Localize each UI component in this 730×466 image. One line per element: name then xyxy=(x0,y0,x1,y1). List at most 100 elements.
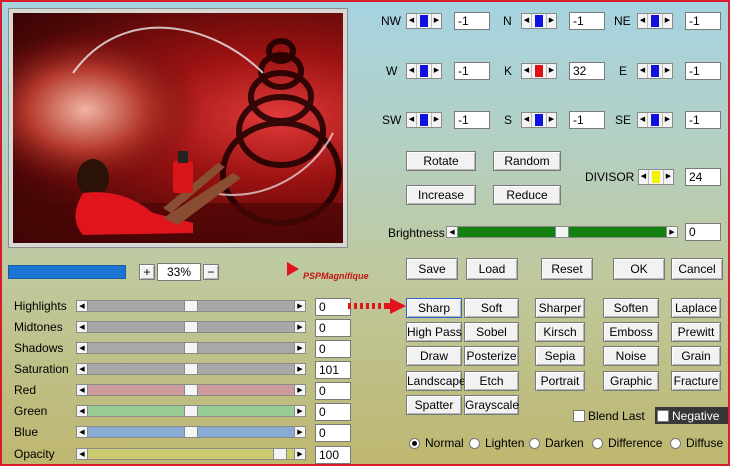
spin-nw[interactable]: ◀ ▶ xyxy=(406,13,442,29)
spin-ne[interactable]: ◀ ▶ xyxy=(637,13,673,29)
slider-thumb[interactable] xyxy=(555,226,569,238)
arrow-right-icon[interactable]: ▶ xyxy=(546,113,556,127)
preset-button-portrait[interactable]: Portrait xyxy=(535,371,585,391)
mode-radio-darken[interactable] xyxy=(529,438,540,449)
adjust-slider-4[interactable]: ◀ ▶ xyxy=(76,384,306,396)
divisor-input[interactable]: 24 xyxy=(685,168,721,186)
preset-button-sharper[interactable]: Sharper xyxy=(535,298,585,318)
preset-button-spatter[interactable]: Spatter xyxy=(406,395,462,415)
input-w[interactable]: -1 xyxy=(454,62,490,80)
slider-thumb[interactable] xyxy=(184,384,198,396)
adjust-slider-5[interactable]: ◀ ▶ xyxy=(76,405,306,417)
mode-radio-difference[interactable] xyxy=(592,438,603,449)
adjust-slider-6[interactable]: ◀ ▶ xyxy=(76,426,306,438)
arrow-right-icon[interactable]: ▶ xyxy=(294,405,306,417)
preset-button-noise[interactable]: Noise xyxy=(603,346,659,366)
input-se[interactable]: -1 xyxy=(685,111,721,129)
mode-radio-diffuse[interactable] xyxy=(670,438,681,449)
slider-thumb[interactable] xyxy=(184,321,198,333)
preset-button-sobel[interactable]: Sobel xyxy=(464,322,519,342)
zoom-in-button[interactable]: + xyxy=(139,264,155,280)
arrow-right-icon[interactable]: ▶ xyxy=(662,14,672,28)
cancel-button[interactable]: Cancel xyxy=(671,258,723,280)
slider-thumb[interactable] xyxy=(184,405,198,417)
spin-se[interactable]: ◀ ▶ xyxy=(637,112,673,128)
slider-input-4[interactable]: 0 xyxy=(315,382,351,400)
preset-button-landscape[interactable]: Landscape xyxy=(406,371,466,391)
arrow-right-icon[interactable]: ▶ xyxy=(666,226,678,238)
preset-button-etch[interactable]: Etch xyxy=(464,371,519,391)
arrow-right-icon[interactable]: ▶ xyxy=(294,448,306,460)
preset-button-sharp[interactable]: Sharp xyxy=(406,298,462,318)
spin-thumb[interactable] xyxy=(651,114,659,126)
preset-button-laplace[interactable]: Laplace xyxy=(671,298,721,318)
arrow-right-icon[interactable]: ▶ xyxy=(294,363,306,375)
arrow-right-icon[interactable]: ▶ xyxy=(662,64,672,78)
arrow-left-icon[interactable]: ◀ xyxy=(522,113,532,127)
arrow-left-icon[interactable]: ◀ xyxy=(638,64,648,78)
preset-button-draw[interactable]: Draw xyxy=(406,346,462,366)
spin-sw[interactable]: ◀ ▶ xyxy=(406,112,442,128)
spin-thumb[interactable] xyxy=(651,15,659,27)
arrow-left-icon[interactable]: ◀ xyxy=(522,64,532,78)
arrow-left-icon[interactable]: ◀ xyxy=(407,14,417,28)
slider-input-7[interactable]: 100 xyxy=(315,446,351,464)
slider-input-3[interactable]: 101 xyxy=(315,361,351,379)
input-k[interactable]: 32 xyxy=(569,62,605,80)
input-sw[interactable]: -1 xyxy=(454,111,490,129)
reset-button[interactable]: Reset xyxy=(541,258,593,280)
adjust-slider-0[interactable]: ◀ ▶ xyxy=(76,300,306,312)
rotate-button[interactable]: Rotate xyxy=(406,151,476,171)
preset-button-sepia[interactable]: Sepia xyxy=(535,346,585,366)
spin-e[interactable]: ◀ ▶ xyxy=(637,63,673,79)
slider-thumb[interactable] xyxy=(184,363,198,375)
adjust-slider-7[interactable]: ◀ ▶ xyxy=(76,448,306,460)
slider-input-2[interactable]: 0 xyxy=(315,340,351,358)
spin-thumb[interactable] xyxy=(420,114,428,126)
input-ne[interactable]: -1 xyxy=(685,12,721,30)
spin-k[interactable]: ◀ ▶ xyxy=(521,63,557,79)
arrow-right-icon[interactable]: ▶ xyxy=(546,64,556,78)
load-button[interactable]: Load xyxy=(466,258,518,280)
arrow-left-icon[interactable]: ◀ xyxy=(76,300,88,312)
adjust-slider-1[interactable]: ◀ ▶ xyxy=(76,321,306,333)
arrow-left-icon[interactable]: ◀ xyxy=(407,64,417,78)
arrow-right-icon[interactable]: ▶ xyxy=(431,113,441,127)
arrow-left-icon[interactable]: ◀ xyxy=(76,405,88,417)
spin-thumb[interactable] xyxy=(535,114,543,126)
random-button[interactable]: Random xyxy=(493,151,561,171)
zoom-out-button[interactable]: − xyxy=(203,264,219,280)
arrow-left-icon[interactable]: ◀ xyxy=(76,384,88,396)
arrow-right-icon[interactable]: ▶ xyxy=(294,300,306,312)
increase-button[interactable]: Increase xyxy=(406,185,476,205)
arrow-right-icon[interactable]: ▶ xyxy=(294,342,306,354)
preset-button-posterize[interactable]: Posterize xyxy=(464,346,519,366)
spin-w[interactable]: ◀ ▶ xyxy=(406,63,442,79)
input-s[interactable]: -1 xyxy=(569,111,605,129)
spin-thumb[interactable] xyxy=(535,65,543,77)
preview-image[interactable] xyxy=(13,13,343,243)
slider-input-1[interactable]: 0 xyxy=(315,319,351,337)
arrow-left-icon[interactable]: ◀ xyxy=(76,342,88,354)
arrow-left-icon[interactable]: ◀ xyxy=(638,14,648,28)
spin-s[interactable]: ◀ ▶ xyxy=(521,112,557,128)
preset-button-emboss[interactable]: Emboss xyxy=(603,322,659,342)
mode-radio-lighten[interactable] xyxy=(469,438,480,449)
arrow-left-icon[interactable]: ◀ xyxy=(76,321,88,333)
slider-thumb[interactable] xyxy=(184,300,198,312)
adjust-slider-2[interactable]: ◀ ▶ xyxy=(76,342,306,354)
preset-button-prewitt[interactable]: Prewitt xyxy=(671,322,721,342)
arrow-right-icon[interactable]: ▶ xyxy=(431,64,441,78)
spin-thumb[interactable] xyxy=(420,65,428,77)
input-nw[interactable]: -1 xyxy=(454,12,490,30)
arrow-right-icon[interactable]: ▶ xyxy=(294,384,306,396)
arrow-left-icon[interactable]: ◀ xyxy=(522,14,532,28)
ok-button[interactable]: OK xyxy=(613,258,665,280)
arrow-left-icon[interactable]: ◀ xyxy=(638,113,648,127)
blend-last-checkbox[interactable] xyxy=(573,410,585,422)
preset-button-graphic[interactable]: Graphic xyxy=(603,371,659,391)
input-n[interactable]: -1 xyxy=(569,12,605,30)
arrow-left-icon[interactable]: ◀ xyxy=(407,113,417,127)
spin-thumb[interactable] xyxy=(535,15,543,27)
brightness-slider[interactable]: ◀ ▶ xyxy=(446,226,678,238)
